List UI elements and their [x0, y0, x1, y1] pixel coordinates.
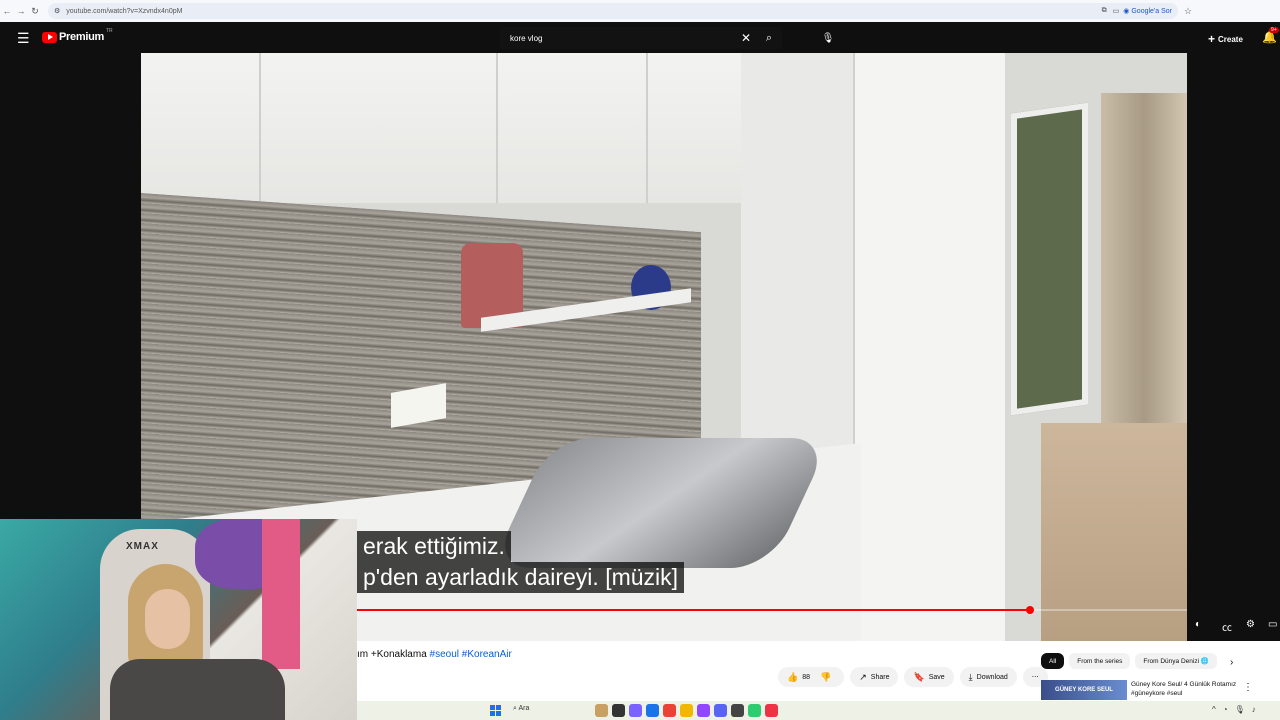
taskbar-search[interactable]: ⌕ Ara — [513, 705, 529, 713]
like-count[interactable]: 88 — [802, 674, 810, 681]
share-label: Share — [870, 673, 890, 681]
subtitle-line-2: p'den ayarladık daireyi. [müzik] — [357, 562, 685, 593]
video-frame-tall-cabinet — [853, 53, 1005, 641]
save-button[interactable]: 🔖 Save — [904, 667, 954, 687]
discord-icon[interactable] — [714, 704, 727, 717]
cabinet-seam — [646, 53, 648, 203]
search-input[interactable] — [508, 32, 736, 44]
pink-background-object — [262, 519, 300, 669]
recommended-title[interactable]: Güney Kore Seul/ 4 Günlük Rotamız #güney… — [1131, 680, 1251, 698]
like-dislike-button-group: 👍 88 👎 — [778, 667, 845, 687]
microphone-icon: 🎙 — [821, 32, 835, 44]
google-lens-icon: ◉ — [1123, 8, 1130, 15]
google-sor-button[interactable]: ◉ Google'a Sor — [1123, 7, 1172, 15]
address-bar[interactable]: ⚙ youtube.com/watch?v=Xzvndx4n0pM ⧉ ▭ ◉ … — [48, 3, 1178, 19]
edge-icon[interactable] — [646, 704, 659, 717]
search-icon: ⌕ — [513, 705, 517, 712]
taskbar-search-label: Ara — [518, 705, 530, 712]
twitch-icon[interactable] — [697, 704, 710, 717]
settings-gear-icon[interactable]: ⚙ — [1246, 619, 1255, 630]
recommended-thumbnail[interactable]: GÜNEY KORE SEUL — [1041, 680, 1127, 700]
more-vertical-icon[interactable]: ⋮ — [1243, 682, 1253, 693]
share-button[interactable]: ↗ Share — [850, 667, 899, 687]
hashtag-seoul[interactable]: #seoul — [430, 649, 459, 660]
system-tray: ^ ◔ 🎙 ♪ — [1212, 705, 1256, 714]
bookmark-star-icon[interactable]: ☆ — [1184, 6, 1192, 17]
voice-search-button[interactable]: 🎙 — [818, 28, 838, 48]
like-icon[interactable]: 👍 — [787, 672, 798, 683]
app-icon[interactable] — [765, 704, 778, 717]
site-info-icon[interactable]: ⚙ — [54, 7, 60, 15]
clear-search-icon[interactable]: ✕ — [736, 31, 756, 45]
create-button[interactable]: + Create — [1208, 31, 1243, 46]
download-button[interactable]: ⤓ Download — [959, 667, 1017, 687]
more-horizontal-icon: ⋯ — [1031, 674, 1039, 681]
webcam-overlay: XMAX — [0, 519, 357, 720]
notifications-button[interactable]: 🔔 9+ — [1262, 27, 1279, 44]
browser-toolbar: ← → ↻ ⚙ youtube.com/watch?v=Xzvndx4n0pM … — [0, 0, 1280, 22]
microphone-icon[interactable]: 🎙 — [1235, 705, 1245, 714]
video-frame-cabinets — [141, 53, 746, 203]
chip-all[interactable]: All — [1041, 653, 1065, 669]
speaker-icon[interactable]: ♪ — [1252, 705, 1256, 714]
captions-icon[interactable]: ㏄ — [1222, 619, 1232, 634]
search-icon: ⌕ — [765, 31, 773, 44]
create-label: Create — [1218, 35, 1243, 44]
miniplayer-icon[interactable]: ▭ — [1268, 619, 1277, 630]
chrome-icon[interactable] — [663, 704, 676, 717]
bookmark-icon: 🔖 — [913, 671, 925, 682]
chip-from-the-series[interactable]: From the series — [1069, 653, 1131, 669]
dislike-icon[interactable]: 👎 — [820, 672, 831, 683]
logo-text: Premium — [59, 31, 104, 43]
chip-from-channel[interactable]: From Dünya Denizi 🌐 — [1135, 653, 1217, 669]
network-icon[interactable]: ◔ — [1223, 705, 1228, 714]
app-icon[interactable] — [748, 704, 761, 717]
recommended-video[interactable]: GÜNEY KORE SEUL Güney Kore Seul/ 4 Günlü… — [1041, 680, 1271, 700]
taskbar-apps — [595, 704, 778, 717]
youtube-premium-logo[interactable]: Premium TR — [42, 28, 113, 43]
video-actions: 👍 88 👎 ↗ Share 🔖 Save ⤓ Download ⋯ — [778, 667, 1048, 687]
share-icon: ↗ — [859, 671, 867, 682]
forward-icon[interactable]: → — [14, 6, 28, 16]
task-view-icon[interactable] — [612, 704, 625, 717]
video-title: ım +Konaklama #seoul #KoreanAir — [357, 649, 512, 660]
cabinet-seam — [259, 53, 261, 203]
autoplay-toggle-icon[interactable]: ◐ — [1195, 619, 1201, 630]
cast-icon[interactable]: ▭ — [1113, 7, 1120, 15]
video-frame-curtain — [1101, 93, 1187, 423]
cabinet-seam — [496, 53, 498, 203]
hashtag-koreanair[interactable]: #KoreanAir — [462, 649, 512, 660]
plus-icon: + — [1208, 32, 1216, 46]
widgets-icon[interactable] — [595, 704, 608, 717]
chair-logo: XMAX — [126, 541, 159, 552]
translate-icon[interactable]: ⧉ — [1102, 7, 1107, 15]
windows-start-icon[interactable] — [490, 705, 501, 716]
download-icon: ⤓ — [968, 671, 973, 682]
hamburger-menu-icon[interactable]: ☰ — [17, 30, 30, 47]
region-code: TR — [105, 28, 113, 34]
search-box: ✕ ⌕ — [500, 27, 782, 49]
google-sor-label: Google'a Sor — [1131, 8, 1172, 15]
url-text[interactable]: youtube.com/watch?v=Xzvndx4n0pM — [66, 8, 1101, 15]
reload-icon[interactable]: ↻ — [28, 6, 42, 17]
streamer-shirt — [110, 659, 285, 720]
search-button[interactable]: ⌕ — [756, 27, 782, 49]
video-frame-green-door — [1011, 102, 1088, 416]
app-icon[interactable] — [629, 704, 642, 717]
subtitle-line-1: erak ettiğimiz. — [357, 531, 511, 562]
youtube-header: ☰ Premium TR ✕ ⌕ 🎙 +Create 🔔9+ — [0, 22, 1280, 53]
video-title-text: ım +Konaklama — [357, 649, 430, 660]
back-icon[interactable]: ← — [0, 6, 14, 16]
streamer-face — [145, 589, 190, 649]
file-explorer-icon[interactable] — [680, 704, 693, 717]
obs-icon[interactable] — [731, 704, 744, 717]
tray-chevron-icon[interactable]: ^ — [1212, 705, 1216, 714]
download-label: Download — [976, 673, 1008, 681]
youtube-logo-icon — [42, 31, 57, 43]
related-filter-chips: All From the series From Dünya Denizi 🌐 — [1041, 653, 1217, 669]
chevron-right-icon[interactable]: › — [1230, 657, 1233, 668]
save-label: Save — [928, 673, 945, 681]
notification-count-badge: 9+ — [1269, 27, 1279, 33]
windows-taskbar: ⌕ Ara ^ ◔ 🎙 ♪ — [357, 701, 1280, 720]
